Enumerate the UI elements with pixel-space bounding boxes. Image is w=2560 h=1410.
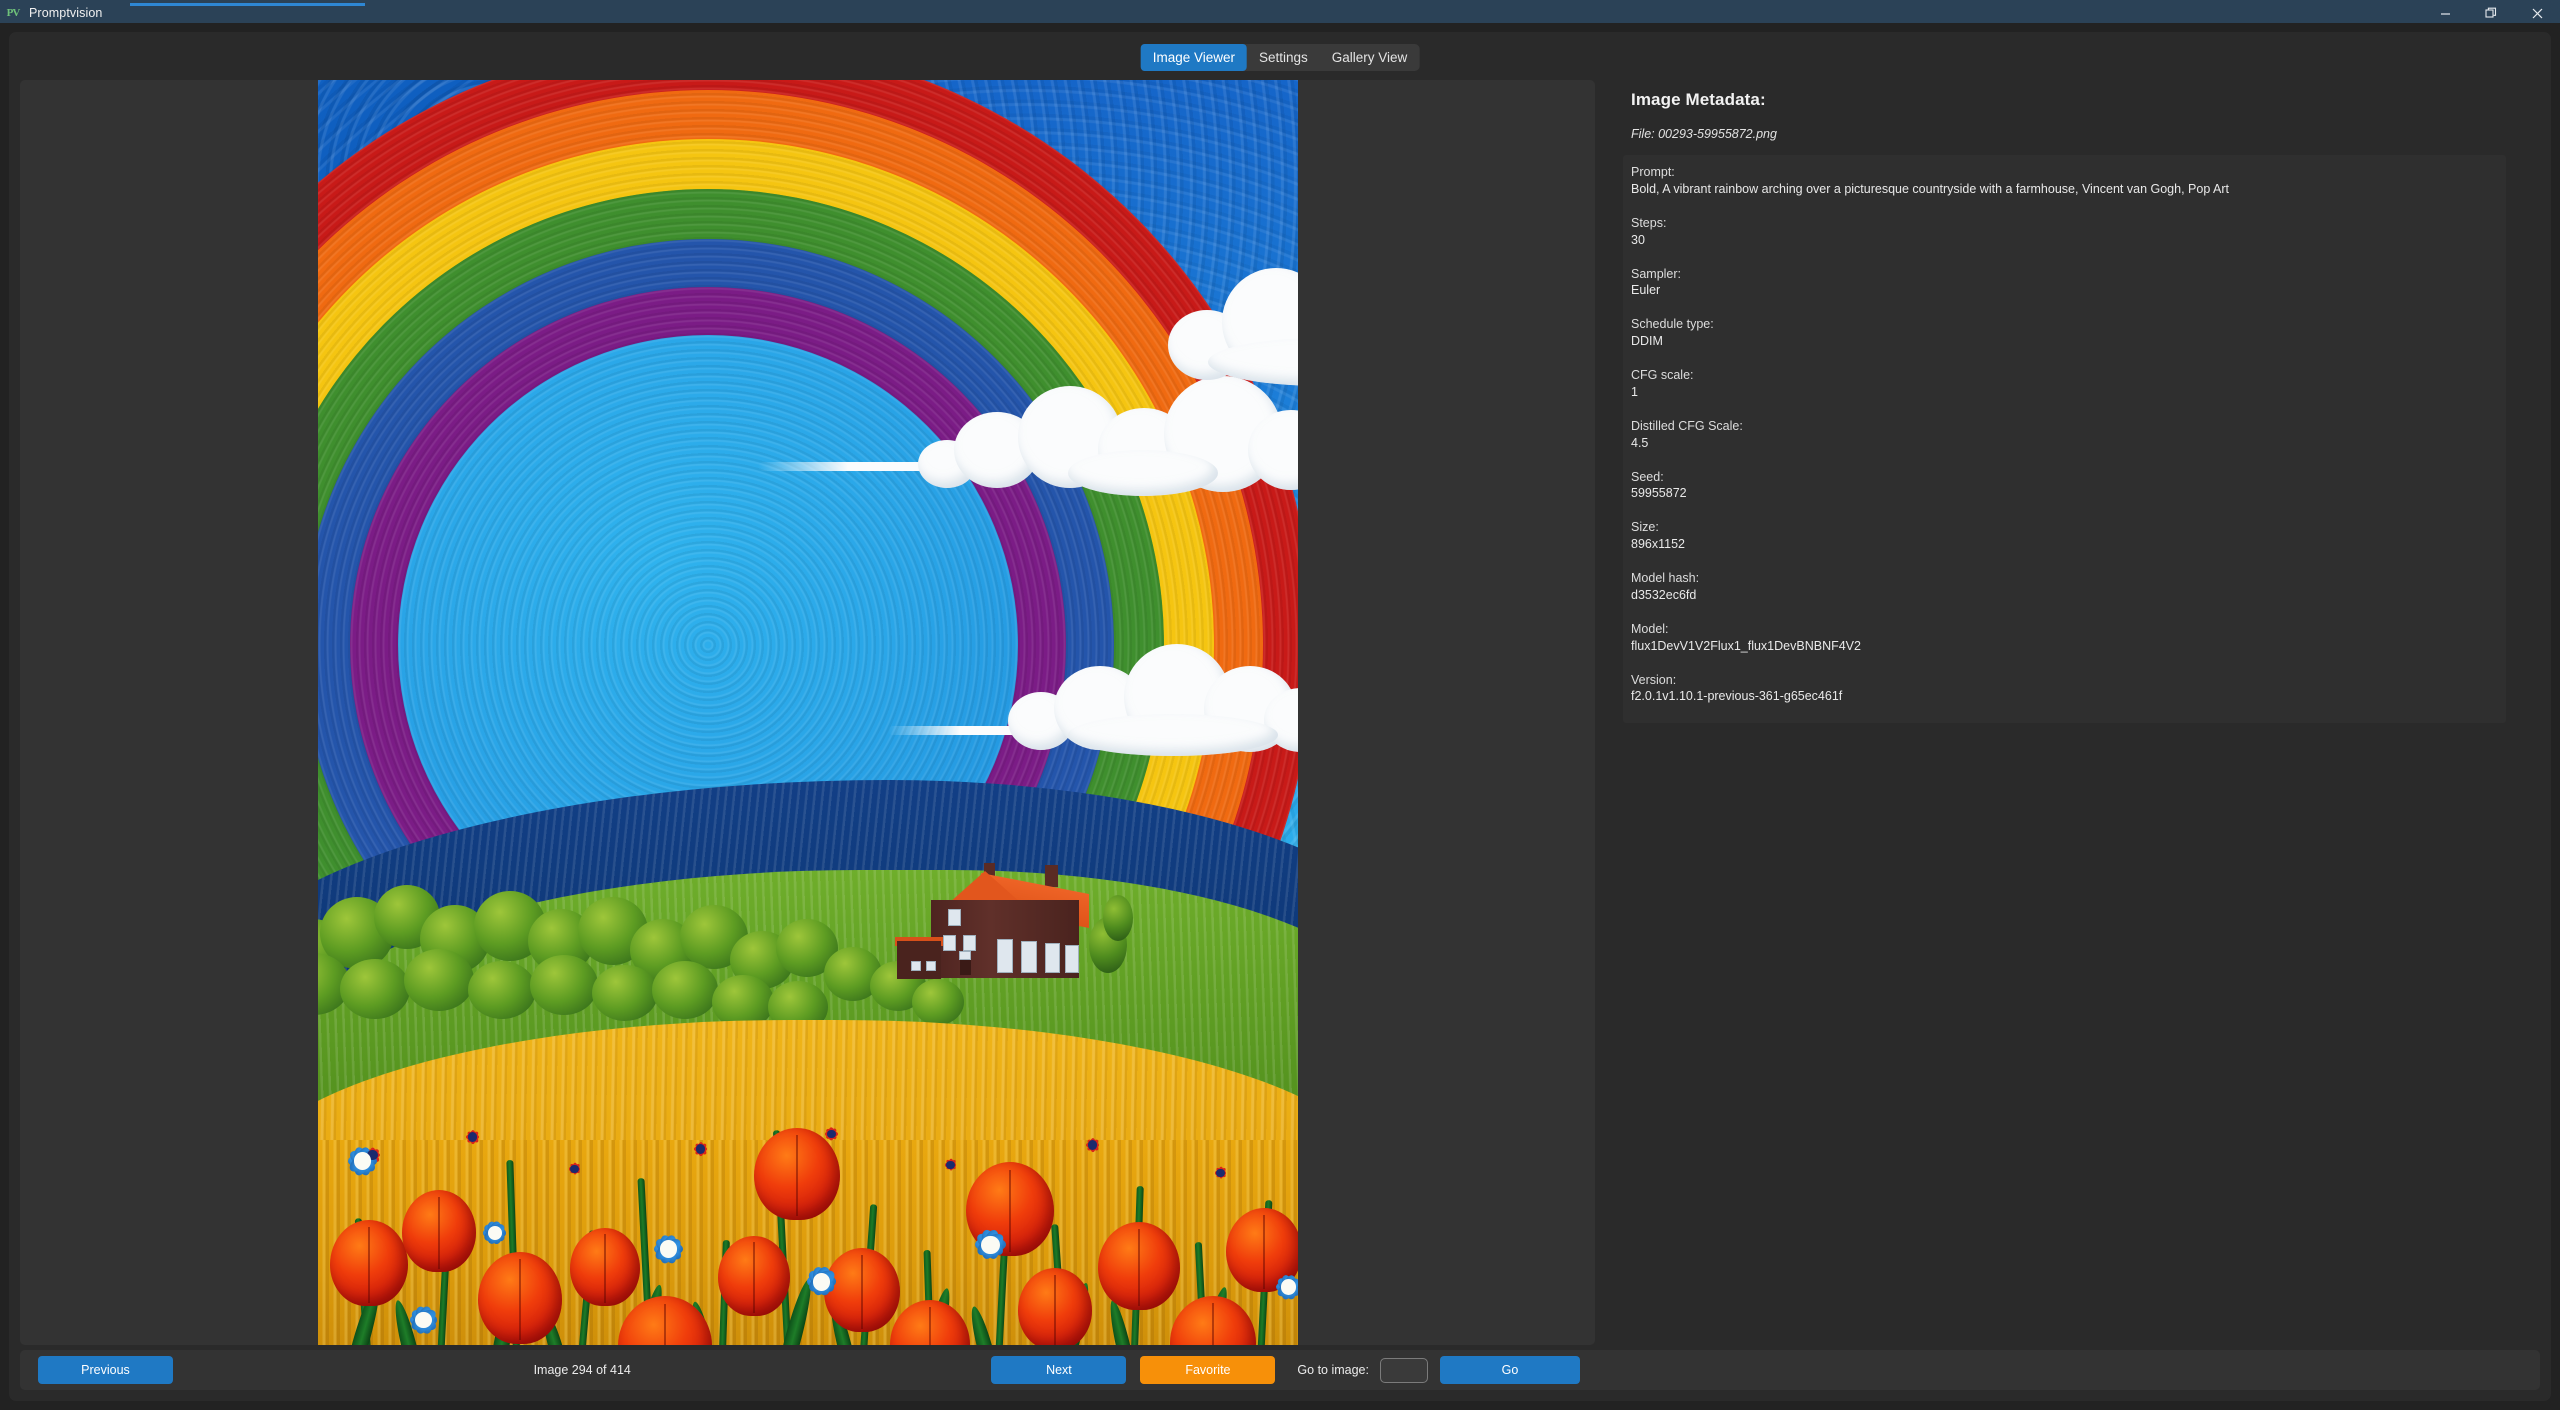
metadata-field-seed: Seed: 59955872	[1631, 469, 2494, 503]
metadata-key: Prompt:	[1631, 164, 2494, 181]
metadata-key: Steps:	[1631, 215, 2494, 232]
metadata-field-schedule-type: Schedule type: DDIM	[1631, 316, 2494, 350]
tab-settings[interactable]: Settings	[1247, 44, 1320, 71]
window-controls	[2422, 2, 2560, 25]
tab-image-viewer[interactable]: Image Viewer	[1141, 44, 1247, 71]
app-shell: Image Viewer Settings Gallery View	[0, 23, 2560, 1410]
metadata-value: 1	[1631, 384, 2494, 401]
metadata-key: Distilled CFG Scale:	[1631, 418, 2494, 435]
metadata-value: Bold, A vibrant rainbow arching over a p…	[1631, 181, 2494, 198]
metadata-key: Sampler:	[1631, 266, 2494, 283]
content-row: Image Metadata: File: 00293-59955872.png…	[20, 80, 2540, 1345]
metadata-key: CFG scale:	[1631, 367, 2494, 384]
artwork-farmhouse	[893, 865, 1123, 985]
metadata-value: flux1DevV1V2Flux1_flux1DevBNBNF4V2	[1631, 638, 2494, 655]
metadata-filename: File: 00293-59955872.png	[1631, 127, 2536, 141]
metadata-field-cfg-scale: CFG scale: 1	[1631, 367, 2494, 401]
metadata-key: Seed:	[1631, 469, 2494, 486]
goto-image-label: Go to image:	[1297, 1363, 1369, 1377]
metadata-heading: Image Metadata:	[1631, 90, 2536, 110]
favorite-button[interactable]: Favorite	[1140, 1356, 1275, 1384]
app-panel: Image Viewer Settings Gallery View	[9, 32, 2551, 1401]
artwork-cloud	[1008, 640, 1298, 760]
metadata-key: Size:	[1631, 519, 2494, 536]
metadata-value: Euler	[1631, 282, 2494, 299]
tab-bar: Image Viewer Settings Gallery View	[1141, 44, 1420, 71]
image-viewer-panel	[20, 80, 1595, 1345]
metadata-value: 4.5	[1631, 435, 2494, 452]
metadata-field-sampler: Sampler: Euler	[1631, 266, 2494, 300]
app-logo-icon: PV	[4, 4, 22, 22]
metadata-field-steps: Steps: 30	[1631, 215, 2494, 249]
metadata-key: Model:	[1631, 621, 2494, 638]
image-stage	[20, 80, 1595, 1345]
metadata-field-version: Version: f2.0.1v1.10.1-previous-361-g65e…	[1631, 672, 2494, 706]
go-button[interactable]: Go	[1440, 1356, 1580, 1384]
tab-gallery-view[interactable]: Gallery View	[1320, 44, 1420, 71]
metadata-key: Model hash:	[1631, 570, 2494, 587]
metadata-field-distilled-cfg-scale: Distilled CFG Scale: 4.5	[1631, 418, 2494, 452]
metadata-field-model: Model: flux1DevV1V2Flux1_flux1DevBNBNF4V…	[1631, 621, 2494, 655]
goto-image-group: Go to image: Go	[1297, 1356, 1580, 1384]
artwork-flower-field	[318, 1100, 1298, 1345]
window-titlebar: PV Promptvision	[0, 0, 2560, 23]
next-button[interactable]: Next	[991, 1356, 1126, 1384]
metadata-value: f2.0.1v1.10.1-previous-361-g65ec461f	[1631, 688, 2494, 705]
bottom-toolbar: Previous Image 294 of 414 Next Favorite …	[20, 1350, 2540, 1390]
artwork-cloud	[1168, 250, 1298, 400]
metadata-value: 59955872	[1631, 485, 2494, 502]
minimize-icon[interactable]	[2422, 2, 2468, 25]
metadata-key: Schedule type:	[1631, 316, 2494, 333]
previous-button[interactable]: Previous	[38, 1356, 173, 1384]
metadata-panel: Image Metadata: File: 00293-59955872.png…	[1617, 80, 2540, 1345]
displayed-image[interactable]	[318, 80, 1298, 1345]
metadata-value: DDIM	[1631, 333, 2494, 350]
image-counter: Image 294 of 414	[173, 1363, 991, 1377]
close-icon[interactable]	[2514, 2, 2560, 25]
titlebar-accent-line	[130, 3, 365, 6]
metadata-key: Version:	[1631, 672, 2494, 689]
restore-icon[interactable]	[2468, 2, 2514, 25]
metadata-fields: Prompt: Bold, A vibrant rainbow arching …	[1623, 155, 2506, 723]
metadata-value: 896x1152	[1631, 536, 2494, 553]
window-title: Promptvision	[29, 6, 102, 20]
metadata-value: d3532ec6fd	[1631, 587, 2494, 604]
metadata-field-prompt: Prompt: Bold, A vibrant rainbow arching …	[1631, 164, 2494, 198]
metadata-field-size: Size: 896x1152	[1631, 519, 2494, 553]
goto-image-input[interactable]	[1380, 1358, 1428, 1383]
metadata-value: 30	[1631, 232, 2494, 249]
metadata-field-model-hash: Model hash: d3532ec6fd	[1631, 570, 2494, 604]
